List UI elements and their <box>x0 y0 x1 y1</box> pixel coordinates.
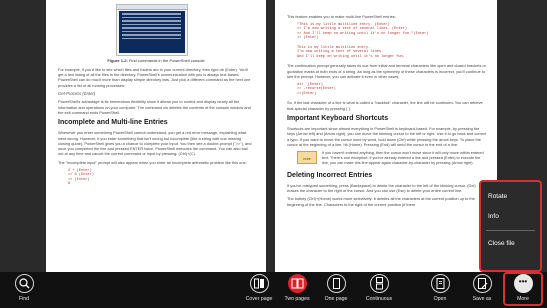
open-file-icon <box>430 274 450 293</box>
note-text: If you haven't entered anything, then th… <box>322 150 484 165</box>
continuous-icon <box>369 274 389 293</box>
open-button[interactable]: Open <box>418 274 462 308</box>
figure-caption: Figure 1-2: First commands in the PowerS… <box>58 58 254 63</box>
section-heading: Incomplete and Multi-line Entries <box>58 119 168 127</box>
menu-divider <box>486 230 535 231</box>
continuous-label: Continuous <box>365 296 393 302</box>
paragraph: The hotkey (Ctrl)+(Home) works more sele… <box>287 196 475 207</box>
left-page: Figure 1-2: First commands in the PowerS… <box>46 0 266 272</box>
code-block: dir `(Enter) >> -recurse(Enter) >>(Enter… <box>297 82 336 96</box>
one-page-label: One page <box>324 296 348 302</box>
two-pages-label: Two pages <box>284 296 310 302</box>
app-bar: Find Cover page Two pages One page Conti… <box>0 272 547 308</box>
menu-item-info[interactable]: Info <box>481 207 540 227</box>
one-page-button[interactable]: One page <box>314 274 358 308</box>
paragraph: The continuation prompt generally takes … <box>287 63 486 79</box>
paragraph: Shortcuts are important since almost eve… <box>287 126 487 147</box>
subheading: Get-Process (Enter) <box>58 91 96 97</box>
paragraph: For example, if you'd like to see which … <box>58 67 251 88</box>
note-box: note If you haven't entered anything, th… <box>297 150 487 166</box>
document-viewer[interactable]: Figure 1-2: First commands in the PowerS… <box>0 0 547 272</box>
find-label: Find <box>18 296 30 302</box>
save-as-icon <box>472 274 492 293</box>
menu-item-rotate[interactable]: Rotate <box>481 187 540 207</box>
section-heading: Deleting Incorrect Entries <box>287 171 373 179</box>
note-icon: note <box>297 150 317 164</box>
paragraph: Whenever you enter something PowerShell … <box>58 130 252 157</box>
continuous-button[interactable]: Continuous <box>357 274 401 308</box>
right-page: This feature enables you to make multi-l… <box>275 0 497 272</box>
search-icon <box>14 274 34 293</box>
open-label: Open <box>433 296 447 302</box>
paragraph: PowerShell's advantage is its tremendous… <box>58 99 251 115</box>
one-page-icon <box>326 274 346 293</box>
save-as-button[interactable]: Save as <box>460 274 504 308</box>
paragraph: So, if the last character of a line is w… <box>287 100 483 111</box>
paragraph: The "incomplete input" prompt will also … <box>58 159 247 165</box>
save-as-label: Save as <box>472 296 492 302</box>
menu-item-close-file[interactable]: Close file <box>481 234 540 254</box>
code-block: 2 + (Enter) >> 6 (Enter) >> (Enter) 8 <box>68 168 94 187</box>
section-heading: Important Keyboard Shortcuts <box>287 115 389 123</box>
figure-caption-text: First commands in the PowerShell console <box>128 58 205 63</box>
more-button-highlight <box>503 272 543 306</box>
find-button[interactable]: Find <box>2 274 46 308</box>
figure-caption-label: Figure 1-2: <box>107 58 128 63</box>
two-pages-icon <box>287 274 307 293</box>
cover-page-icon <box>249 274 269 293</box>
paragraph: This feature enables you to make multi-l… <box>287 14 396 19</box>
powershell-console-figure <box>116 4 188 56</box>
two-pages-button[interactable]: Two pages <box>275 274 319 308</box>
paragraph: If you've mistyped something, press (Bac… <box>287 182 476 193</box>
code-block: "This is my little multiline entry. (Ent… <box>297 22 429 59</box>
more-flyout-menu: Rotate Info Close file <box>479 180 542 272</box>
